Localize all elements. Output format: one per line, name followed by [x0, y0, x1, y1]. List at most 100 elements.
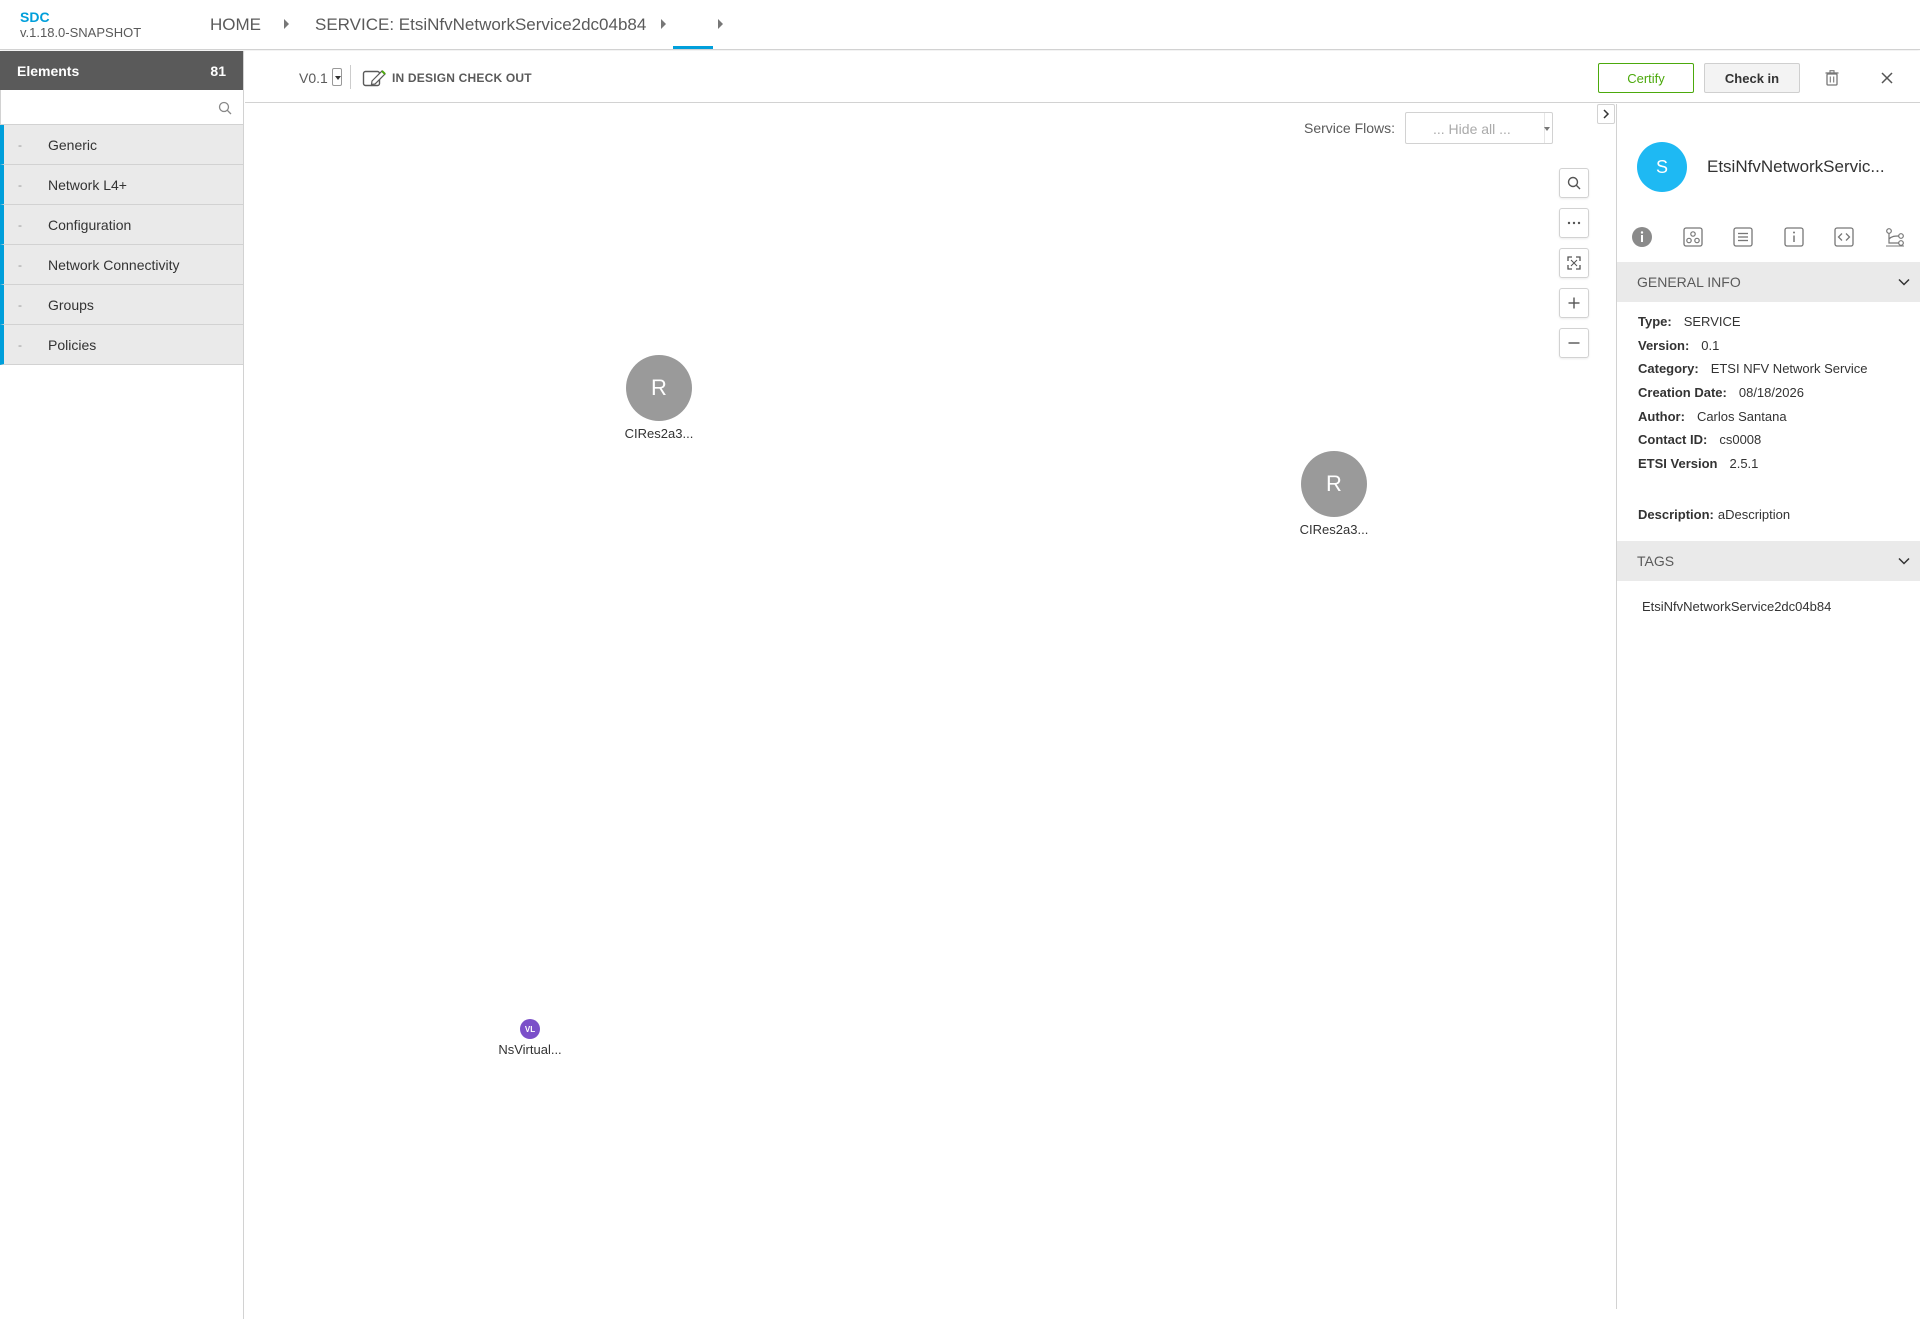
breadcrumb-home[interactable]: HOME — [210, 15, 261, 35]
breadcrumb-current[interactable] — [673, 15, 713, 35]
top-header: SDC v.1.18.0-SNAPSHOT HOME SERVICE: Etsi… — [0, 0, 1920, 50]
collapse-panel-button[interactable] — [1597, 104, 1615, 124]
fit-to-screen-button[interactable] — [1559, 248, 1589, 278]
info-creation-date: Creation Date: 08/18/2026 — [1638, 385, 1804, 400]
palette-category-network-connectivity[interactable]: - Network Connectivity — [0, 245, 243, 285]
chevron-down-icon — [1898, 278, 1910, 286]
info-author: Author: Carlos Santana — [1638, 409, 1787, 424]
search-icon[interactable] — [218, 101, 232, 118]
close-icon[interactable] — [1881, 71, 1893, 87]
palette-header: Elements 81 — [0, 51, 243, 90]
node-badge[interactable]: R — [1301, 451, 1367, 517]
palette-search — [0, 90, 243, 125]
info-key: Contact ID: — [1638, 432, 1708, 447]
certify-button[interactable]: Certify — [1598, 63, 1694, 93]
node-label: CIRes2a3... — [624, 426, 694, 441]
tag-item: EtsiNfvNetworkService2dc04b84 — [1642, 599, 1832, 614]
node-label: NsVirtual... — [498, 1042, 562, 1057]
tab-composition[interactable] — [1668, 222, 1719, 252]
chevron-down-icon — [1898, 557, 1910, 565]
node-badge[interactable]: VL — [520, 1019, 540, 1039]
workspace-toolbar: V0.1 IN DESIGN CHECK OUT Certify Check i… — [245, 51, 1920, 103]
info-type: Type: SERVICE — [1638, 314, 1741, 329]
tab-flows[interactable] — [1870, 222, 1920, 252]
info-outline-icon — [1784, 227, 1804, 247]
composition-icon — [1683, 227, 1703, 247]
tags-section-header[interactable]: TAGS — [1617, 541, 1920, 581]
node-badge[interactable]: R — [626, 355, 692, 421]
trash-icon[interactable] — [1825, 70, 1839, 89]
info-key: Description: — [1638, 507, 1714, 522]
palette-category-policies[interactable]: - Policies — [0, 325, 243, 365]
breadcrumb-arrow-icon[interactable] — [718, 19, 723, 29]
details-panel: S EtsiNfvNetworkServic... GENERAL INFO T… — [1616, 104, 1920, 1309]
breadcrumb-arrow-icon[interactable] — [661, 19, 666, 29]
service-flows-label: Service Flows: — [1304, 120, 1396, 136]
tab-artifacts[interactable] — [1718, 222, 1769, 252]
category-label: Groups — [48, 296, 94, 313]
info-key: Creation Date: — [1638, 385, 1727, 400]
zoom-in-button[interactable] — [1559, 288, 1589, 318]
info-key: Version: — [1638, 338, 1690, 353]
tab-properties[interactable] — [1769, 222, 1820, 252]
info-value: cs0008 — [1719, 432, 1762, 447]
service-avatar: S — [1637, 142, 1687, 192]
palette-count: 81 — [210, 62, 226, 79]
canvas-search-button[interactable] — [1559, 168, 1589, 198]
composition-canvas[interactable]: Service Flows: ... Hide all ... R CIRes2… — [245, 104, 1615, 1309]
info-value: ETSI NFV Network Service — [1710, 361, 1868, 376]
app-name: SDC — [20, 9, 50, 25]
collapse-dash-icon: - — [18, 137, 22, 152]
palette-category-groups[interactable]: - Groups — [0, 285, 243, 325]
info-description: Description: aDescription — [1638, 507, 1790, 522]
category-label: Generic — [48, 136, 98, 153]
canvas-node-virtual-link[interactable]: VL NsVirtual... — [480, 1019, 580, 1057]
info-filled-icon — [1632, 227, 1653, 247]
search-icon — [1567, 176, 1581, 190]
flow-graph-icon — [1885, 228, 1904, 247]
info-key: Type: — [1638, 314, 1672, 329]
collapse-dash-icon: - — [18, 297, 22, 312]
canvas-node-resource[interactable]: R CIRes2a3... — [1284, 451, 1384, 537]
node-label: CIRes2a3... — [1299, 522, 1369, 537]
tab-general-info[interactable] — [1617, 222, 1668, 252]
palette-category-network-l4[interactable]: - Network L4+ — [0, 165, 243, 205]
check-in-button[interactable]: Check in — [1704, 63, 1800, 93]
service-flows-value: ... Hide all ... — [1433, 121, 1511, 137]
info-version: Version: 0.1 — [1638, 338, 1719, 353]
info-value: aDescription — [1717, 507, 1791, 522]
divider — [350, 65, 351, 89]
canvas-more-button[interactable] — [1559, 208, 1589, 238]
zoom-out-icon — [1568, 342, 1580, 344]
zoom-out-button[interactable] — [1559, 328, 1589, 358]
app-version: v.1.18.0-SNAPSHOT — [20, 25, 142, 40]
palette-category-configuration[interactable]: - Configuration — [0, 205, 243, 245]
panel-tabs — [1617, 222, 1920, 252]
info-contact-id: Contact ID: cs0008 — [1638, 432, 1761, 447]
general-info-section-header[interactable]: GENERAL INFO — [1617, 262, 1920, 302]
collapse-dash-icon: - — [18, 177, 22, 192]
chevron-down-icon[interactable] — [1544, 127, 1550, 131]
info-value: 08/18/2026 — [1738, 385, 1804, 400]
info-etsi-version: ETSI Version 2.5.1 — [1638, 456, 1758, 471]
section-title: GENERAL INFO — [1637, 274, 1741, 290]
more-icon — [1567, 221, 1581, 225]
collapse-dash-icon: - — [18, 217, 22, 232]
breadcrumb-service[interactable]: SERVICE: EtsiNfvNetworkService2dc04b84 — [315, 15, 646, 35]
palette-category-generic[interactable]: - Generic — [0, 125, 243, 165]
breadcrumb-arrow-icon[interactable] — [284, 19, 289, 29]
palette-search-input[interactable] — [1, 90, 243, 124]
service-flows-select[interactable]: ... Hide all ... — [1405, 112, 1553, 144]
checkout-edit-icon — [362, 68, 388, 91]
app-brand[interactable]: SDC v.1.18.0-SNAPSHOT — [20, 9, 141, 41]
canvas-node-resource[interactable]: R CIRes2a3... — [609, 355, 709, 441]
info-key: Author: — [1638, 409, 1685, 424]
category-label: Network Connectivity — [48, 256, 180, 273]
version-select[interactable]: V0.1 — [299, 70, 328, 86]
panel-title: EtsiNfvNetworkServic... — [1707, 157, 1885, 176]
chevron-down-icon[interactable] — [332, 68, 342, 86]
code-icon — [1834, 227, 1854, 247]
chevron-right-icon — [1603, 109, 1610, 119]
tab-api[interactable] — [1819, 222, 1870, 252]
zoom-in-icon — [1568, 297, 1580, 309]
